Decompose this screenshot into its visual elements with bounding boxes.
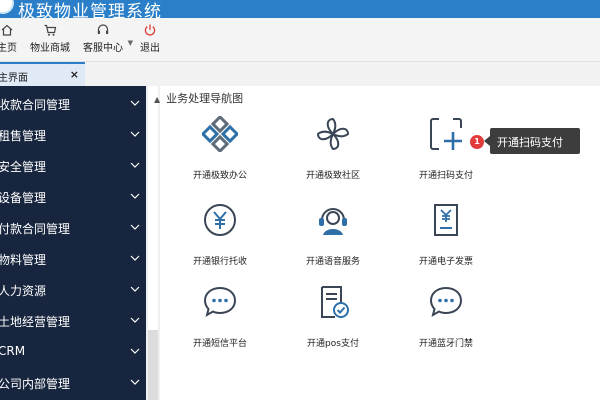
sidebar-item-crm[interactable]: CRM bbox=[0, 336, 146, 367]
tile-scan-pay[interactable]: 开通扫码支付 bbox=[406, 116, 486, 196]
chevron-down-icon bbox=[130, 379, 140, 385]
tile-pos-pay-label: 开通pos支付 bbox=[307, 339, 359, 349]
sidebar: 收款合同管理 租售管理 安全管理 设备管理 付款合同管理 物料管理 人力资源 土… bbox=[0, 86, 146, 400]
sidebar-item-internal[interactable]: 公司内部管理 bbox=[0, 367, 146, 398]
cart-icon bbox=[44, 24, 57, 36]
pos-receipt-icon bbox=[321, 286, 349, 318]
sidebar-item-label: 土地经营管理 bbox=[0, 315, 71, 329]
sidebar-item-label: 公司内部管理 bbox=[0, 377, 71, 391]
chevron-down-icon: ▼ bbox=[127, 39, 133, 47]
tile-voice-service[interactable]: 开通语音服务 bbox=[293, 202, 373, 282]
sidebar-item-security[interactable]: 安全管理 bbox=[0, 150, 146, 181]
logout-button[interactable]: 退出 bbox=[137, 23, 163, 57]
caret-up-icon: ▲ bbox=[154, 95, 161, 104]
headset-icon bbox=[97, 24, 109, 34]
tile-sms-platform[interactable]: 开通短信平台 bbox=[180, 284, 260, 364]
logout-button-label: 退出 bbox=[140, 43, 160, 54]
power-icon bbox=[144, 24, 156, 36]
tile-sms-platform-label: 开通短信平台 bbox=[192, 339, 247, 349]
chat-bubble-icon bbox=[429, 286, 463, 318]
mall-button-label: 物业商城 bbox=[30, 43, 70, 54]
tile-bank-collection-label: 开通银行托收 bbox=[192, 257, 247, 267]
invoice-icon bbox=[434, 204, 458, 236]
sidebar-item-label: 人力资源 bbox=[0, 284, 47, 298]
tab-main[interactable]: 主界面 × bbox=[0, 62, 85, 86]
tile-e-invoice-label: 开通电子发票 bbox=[418, 257, 473, 267]
sidebar-item-land[interactable]: 土地经营管理 bbox=[0, 305, 146, 336]
service-center-button[interactable]: 客服中心 ▼ bbox=[81, 23, 133, 57]
tile-voice-service-label: 开通语音服务 bbox=[305, 257, 360, 267]
service-center-button-label: 客服中心 bbox=[83, 43, 123, 54]
scrollbar-thumb[interactable] bbox=[148, 86, 158, 330]
sidebar-item-equipment[interactable]: 设备管理 bbox=[0, 181, 146, 212]
sidebar-item-payment-contract[interactable]: 付款合同管理 bbox=[0, 212, 146, 243]
chevron-down-icon bbox=[130, 100, 140, 106]
tile-community-label: 开通极致社区 bbox=[305, 171, 360, 181]
tab-strip: 主界面 × bbox=[0, 62, 600, 86]
chevron-down-icon bbox=[130, 162, 140, 168]
chevron-down-icon bbox=[130, 131, 140, 137]
chat-bubble-icon bbox=[203, 286, 237, 318]
sidebar-item-label: 设备管理 bbox=[0, 191, 47, 205]
tile-bluetooth-access[interactable]: 开通蓝牙门禁 bbox=[406, 284, 486, 364]
chevron-down-icon bbox=[130, 255, 140, 261]
tooltip: 开通扫码支付 bbox=[484, 128, 580, 154]
tile-scan-pay-label: 开通扫码支付 bbox=[418, 171, 473, 181]
home-icon bbox=[1, 24, 13, 36]
section-title: 业务处理导航图 bbox=[166, 92, 244, 105]
chevron-down-icon bbox=[130, 348, 140, 354]
sidebar-item-label: 租售管理 bbox=[0, 129, 47, 143]
office-logo-icon bbox=[202, 116, 238, 152]
chevron-down-icon bbox=[130, 317, 140, 323]
sidebar-item-label: 安全管理 bbox=[0, 160, 47, 174]
sidebar-item-materials[interactable]: 物料管理 bbox=[0, 243, 146, 274]
tile-bank-collection[interactable]: 开通银行托收 bbox=[180, 202, 260, 282]
tile-bluetooth-access-label: 开通蓝牙门禁 bbox=[418, 339, 473, 349]
sidebar-item-receipt-contract[interactable]: 收款合同管理 bbox=[0, 88, 146, 119]
close-icon[interactable]: × bbox=[70, 68, 79, 81]
home-button[interactable]: 主页 bbox=[0, 23, 20, 57]
sidebar-item-hr[interactable]: 人力资源 bbox=[0, 274, 146, 305]
scan-add-icon bbox=[430, 118, 462, 150]
home-button-label: 主页 bbox=[0, 43, 17, 54]
sidebar-item-label: CRM bbox=[0, 344, 26, 358]
pinwheel-icon bbox=[316, 117, 350, 151]
tab-main-label: 主界面 bbox=[0, 73, 28, 84]
notification-badge: 1 bbox=[470, 135, 484, 149]
sidebar-scrollbar[interactable] bbox=[146, 86, 160, 400]
yen-circle-icon bbox=[204, 204, 236, 236]
tile-office-label: 开通极致办公 bbox=[192, 171, 247, 181]
scrollbar-track[interactable] bbox=[148, 330, 158, 400]
section-header: ▲ 业务处理导航图 bbox=[154, 90, 243, 106]
chevron-down-icon bbox=[130, 224, 140, 230]
tile-pos-pay[interactable]: 开通pos支付 bbox=[293, 284, 373, 364]
toolbar: 主页 物业商城 客服中心 ▼ 退出 bbox=[0, 18, 600, 62]
tile-office[interactable]: 开通极致办公 bbox=[180, 116, 260, 196]
chevron-down-icon bbox=[130, 193, 140, 199]
title-bar: 极致物业管理系统 bbox=[0, 0, 600, 22]
chevron-down-icon bbox=[130, 286, 140, 292]
sidebar-item-label: 付款合同管理 bbox=[0, 222, 71, 236]
tile-e-invoice[interactable]: 开通电子发票 bbox=[406, 202, 486, 282]
tile-community[interactable]: 开通极致社区 bbox=[293, 116, 373, 196]
mall-button[interactable]: 物业商城 bbox=[28, 23, 72, 57]
app-logo-icon bbox=[0, 0, 14, 14]
sidebar-item-label: 物料管理 bbox=[0, 253, 47, 267]
sidebar-item-leasing[interactable]: 租售管理 bbox=[0, 119, 146, 150]
agent-headset-icon bbox=[319, 208, 347, 235]
sidebar-item-label: 收款合同管理 bbox=[0, 98, 71, 112]
